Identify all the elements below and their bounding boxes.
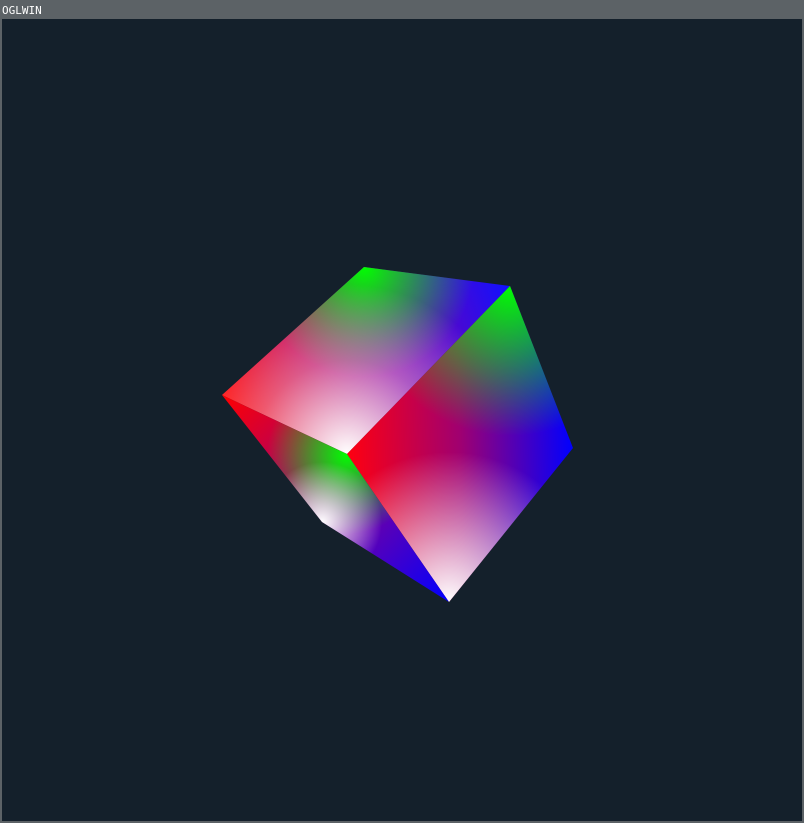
cube-render <box>222 267 573 602</box>
app-window: OGLWIN <box>0 0 804 823</box>
opengl-viewport[interactable] <box>2 20 802 821</box>
title-bar[interactable]: OGLWIN <box>2 2 802 19</box>
window-title: OGLWIN <box>2 4 42 17</box>
